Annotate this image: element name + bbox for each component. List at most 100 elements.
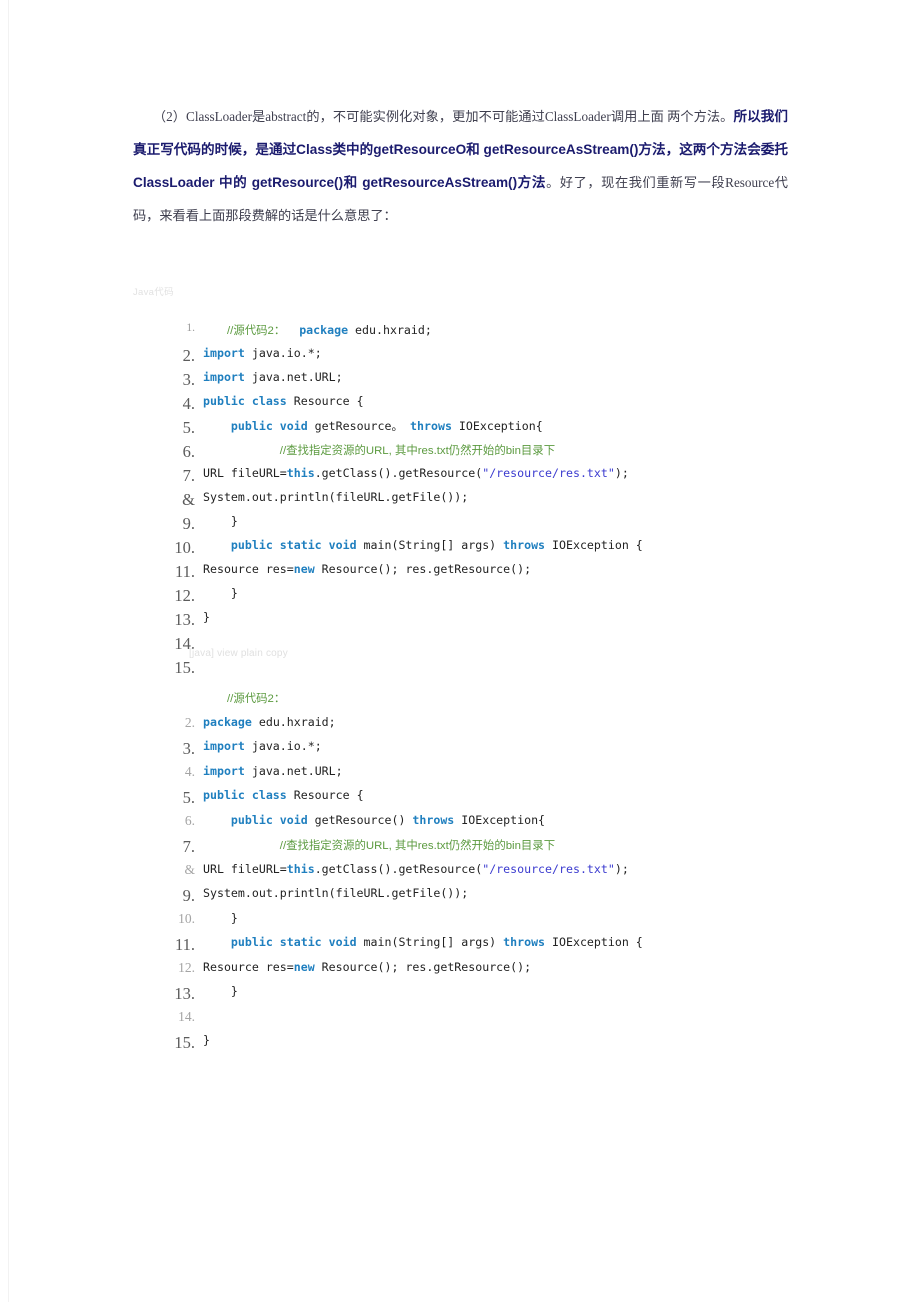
code-token-kw: public class xyxy=(203,394,287,408)
code-line-text[interactable]: //查找指定资源的URL, 其中res.txt仍然开始的bin目录下 xyxy=(203,442,555,458)
code-token-pl: } xyxy=(203,984,238,998)
code-token-pl: java.net.URL; xyxy=(244,370,343,384)
line-number: 10. xyxy=(178,910,195,926)
code-line-text[interactable]: System.out.println(fileURL.getFile()); xyxy=(203,490,468,504)
code-token-cmt-cn: //查找指定资源的URL, 其中res.txt仍然开始的bin目录下 xyxy=(279,840,556,852)
code-line-text[interactable]: import java.io.*; xyxy=(203,739,322,753)
code-token-pl: Resource(); res.getResource(); xyxy=(314,562,532,576)
line-number: 11. xyxy=(174,935,195,954)
code-token-kw: import xyxy=(203,346,245,360)
code-token-kw: import xyxy=(203,763,245,778)
code-token-kw: import xyxy=(203,739,245,753)
line-number: 14. xyxy=(178,1008,195,1024)
line-number: 3. xyxy=(182,739,195,758)
code-token-kw: package xyxy=(203,714,252,729)
code-line-text[interactable]: import java.net.URL; xyxy=(203,370,343,384)
code-token-pl: .getClass().getResource( xyxy=(314,466,483,480)
code-token-kw: new xyxy=(293,562,315,576)
code-line-text[interactable]: } xyxy=(203,514,238,528)
code-token-pl: main(String[] args) xyxy=(356,935,504,949)
code-token-pl: URL fileURL= xyxy=(203,861,287,876)
code-token-kw: public class xyxy=(203,788,287,802)
code-token-pl: ); xyxy=(614,861,629,876)
code-token-cmt-cn: //查找指定资源的URL, 其中res.txt仍然开始的bin目录下 xyxy=(279,445,556,457)
code-line-text[interactable]: } xyxy=(203,586,238,600)
code-line-text[interactable]: import java.io.*; xyxy=(203,346,322,360)
code-toolbar-actions[interactable]: [java] view plain copy xyxy=(189,648,288,659)
code-token-pl: edu.hxraid; xyxy=(348,323,432,337)
code-line-text[interactable]: public class Resource { xyxy=(203,394,364,408)
paragraph-run-plain-1: （2）ClassLoader是abstract的，不可能实例化对象，更加不可能通… xyxy=(133,109,734,124)
code-line-text[interactable]: public class Resource { xyxy=(203,788,364,802)
code-token-kw: import xyxy=(203,370,245,384)
code-line-text[interactable]: URL fileURL=this.getClass().getResource(… xyxy=(203,466,629,480)
line-number: & xyxy=(182,490,195,509)
code-line-text[interactable]: public void getResource。 throws IOExcept… xyxy=(203,418,543,434)
code-token-kw: this xyxy=(286,861,315,876)
code-token-pl: } xyxy=(203,610,210,624)
line-number: 13. xyxy=(174,610,195,629)
code-token-pl: IOException{ xyxy=(454,812,546,827)
code-line-text[interactable]: } xyxy=(203,610,210,624)
code-token-pl: } xyxy=(203,514,238,528)
code-line-text[interactable]: System.out.println(fileURL.getFile()); xyxy=(203,886,468,900)
line-number: 4. xyxy=(182,394,195,413)
code-token-str: "/resource/res.txt" xyxy=(482,466,615,480)
code-line-text[interactable]: //查找指定资源的URL, 其中res.txt仍然开始的bin目录下 xyxy=(203,837,555,853)
code-token-pl: Resource { xyxy=(286,788,364,802)
code-token-pl: System.out.println(fileURL.getFile()); xyxy=(203,490,469,504)
line-number: 6. xyxy=(184,812,195,828)
code-token-kw: throws xyxy=(503,538,546,552)
code-token-pl: getResource() xyxy=(307,812,413,827)
code-token-pl: } xyxy=(203,586,238,600)
code-line-text[interactable]: public static void main(String[] args) t… xyxy=(203,538,643,552)
code-line-text[interactable]: Resource res=new Resource(); res.getReso… xyxy=(203,562,531,576)
line-number: 10. xyxy=(174,538,195,557)
document-page: （2）ClassLoader是abstract的，不可能实例化对象，更加不可能通… xyxy=(0,0,920,1302)
code-token-pl: } xyxy=(203,1033,210,1047)
code-token-pl: ); xyxy=(614,466,629,480)
code-line-text[interactable]: //源代码2： xyxy=(227,690,285,706)
code-line-text[interactable]: Resource res=new Resource(); res.getReso… xyxy=(203,960,531,974)
code-token-pl: .getClass().getResource( xyxy=(314,861,483,876)
line-number: 4. xyxy=(184,763,195,779)
line-number: 5. xyxy=(182,418,195,437)
line-number: 13. xyxy=(174,984,195,1003)
code-token-pl: IOException{ xyxy=(451,419,543,433)
code-line-text[interactable]: public void getResource() throws IOExcep… xyxy=(203,813,545,827)
code-token-kw: throws xyxy=(503,935,546,949)
code-line-text[interactable]: import java.net.URL; xyxy=(203,764,343,778)
code-token-pl: java.io.*; xyxy=(244,346,322,360)
code-token-kw: throws xyxy=(410,419,452,433)
line-number: 2. xyxy=(184,714,195,730)
code-line-text[interactable]: package edu.hxraid; xyxy=(203,715,336,729)
code-token-kw: new xyxy=(293,959,315,974)
code-line-text[interactable]: //源代码2： package edu.hxraid; xyxy=(227,322,432,338)
code-line-text[interactable]: } xyxy=(203,911,238,925)
code-token-kw: public void xyxy=(230,419,308,433)
code-token-pl: Resource res= xyxy=(203,562,294,576)
code-token-kw: this xyxy=(286,466,315,480)
code-line-text[interactable]: } xyxy=(203,1033,210,1047)
line-number: 15. xyxy=(174,1033,195,1052)
code-token-pl: System.out.println(fileURL.getFile()); xyxy=(203,886,469,900)
code-token-pl: getResource。 xyxy=(307,419,411,433)
line-number: 2. xyxy=(182,346,195,365)
line-number: 6. xyxy=(182,442,195,461)
code-token-pl: java.io.*; xyxy=(244,739,322,753)
line-number: 12. xyxy=(174,586,195,605)
code-line-text[interactable]: } xyxy=(203,984,238,998)
code-token-pl: IOException { xyxy=(545,538,643,552)
code-token-kw: throws xyxy=(412,812,455,827)
code-line-text[interactable]: URL fileURL=this.getClass().getResource(… xyxy=(203,862,629,876)
code-token-kw: public static void xyxy=(230,935,357,949)
line-number: 9. xyxy=(182,514,195,533)
line-number: 5. xyxy=(182,788,195,807)
code-line-text[interactable]: public static void main(String[] args) t… xyxy=(203,935,643,949)
